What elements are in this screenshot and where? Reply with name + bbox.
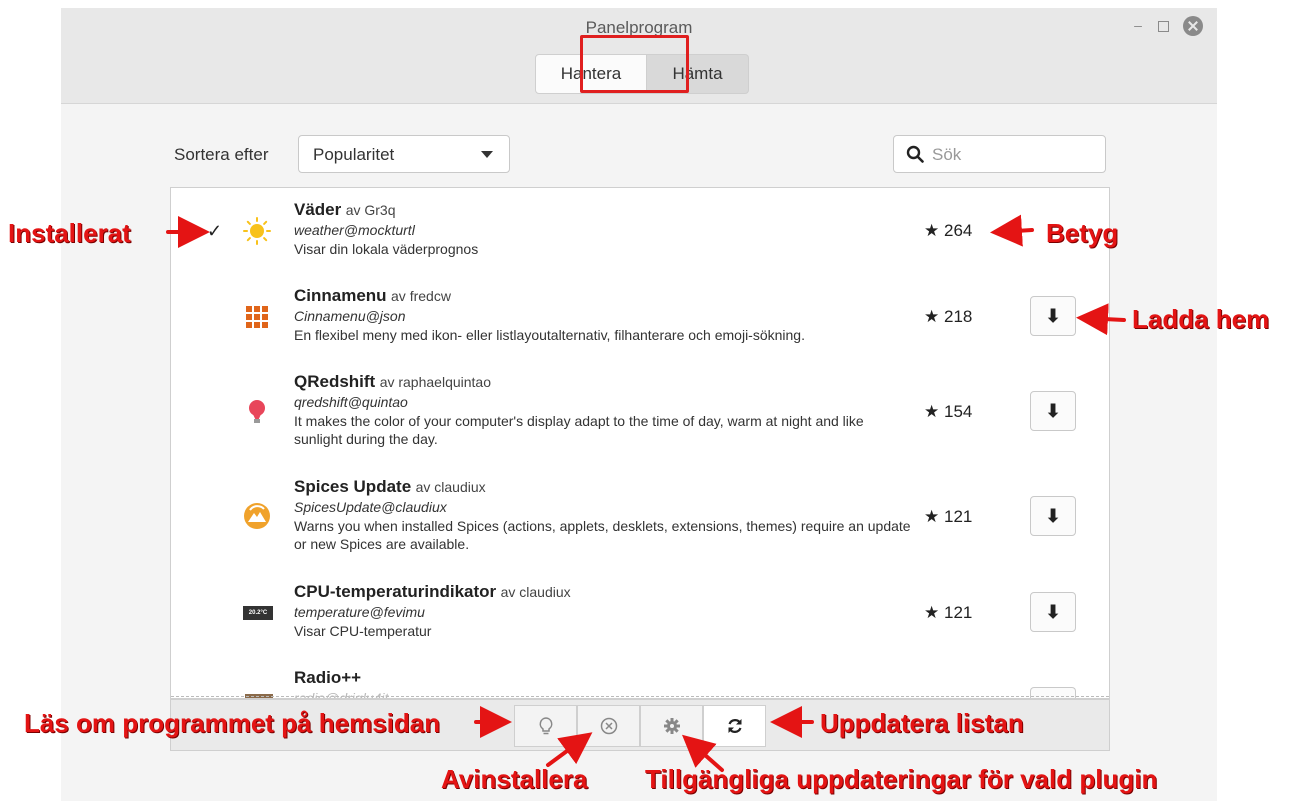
annotation-refresh: Uppdatera listan	[820, 708, 1024, 738]
annotation-installed: Installerat	[8, 218, 131, 248]
annotation-read-more: Läs om programmet på hemsidan	[24, 708, 441, 738]
arrow-rating	[990, 214, 1034, 247]
annotation-download: Ladda hem	[1132, 304, 1270, 334]
annotation-updates: Tillgängliga uppdateringar för vald plug…	[645, 764, 1158, 794]
arrow-download	[1076, 303, 1126, 336]
annotation-rating: Betyg	[1046, 218, 1119, 248]
annotation-arrows	[166, 214, 1126, 772]
arrow-uninstall	[546, 732, 593, 767]
annotation-uninstall: Avinstallera	[441, 764, 588, 794]
